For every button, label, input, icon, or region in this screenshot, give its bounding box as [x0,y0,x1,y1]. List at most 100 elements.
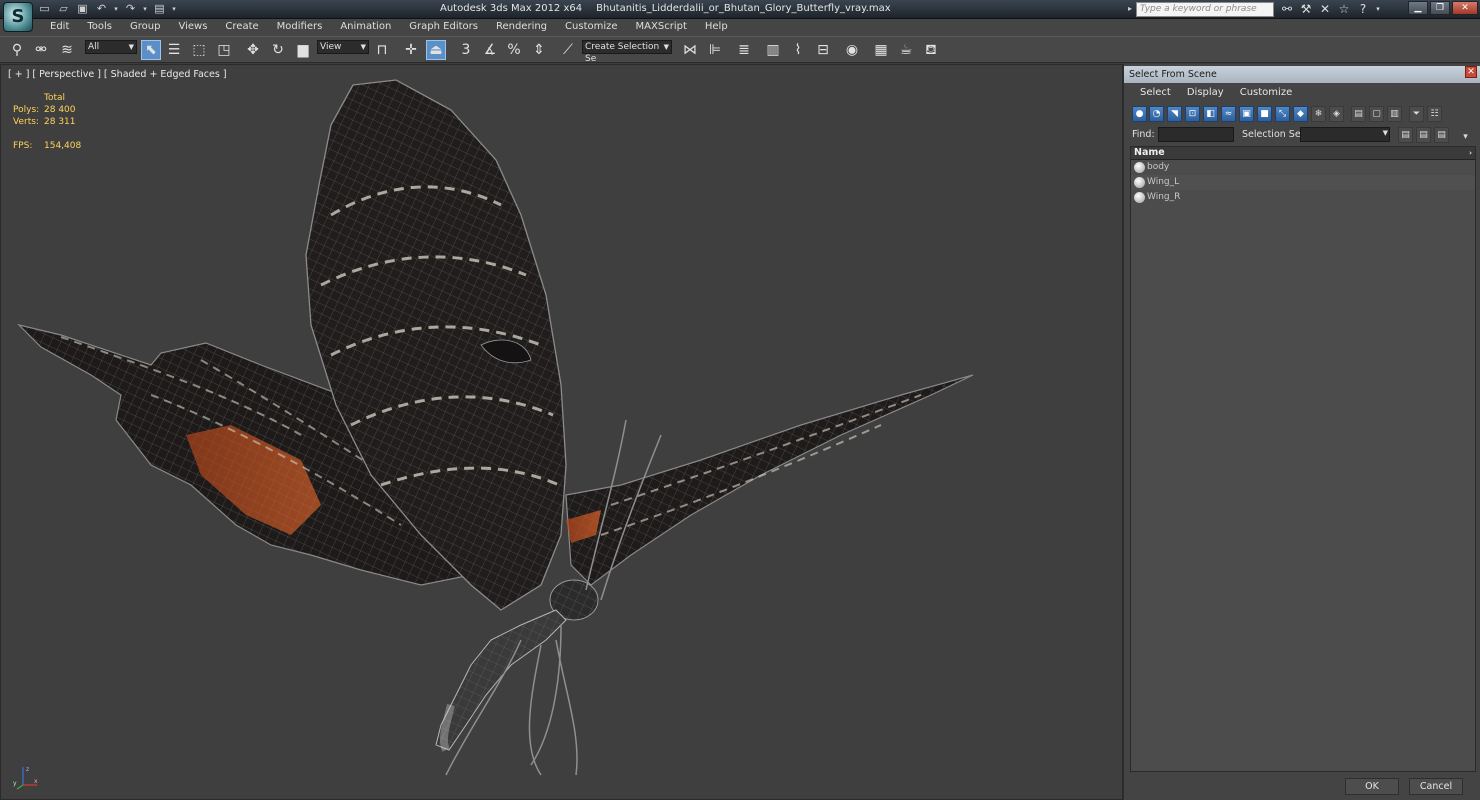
object-list[interactable]: Name › body Wing_L Wing_R [1130,146,1476,772]
dialog-menu-customize[interactable]: Customize [1232,85,1301,101]
named-selection-set-dropdown[interactable]: Create Selection Se ▼ [582,40,672,64]
selection-set-dropdown[interactable]: ▼ [1300,127,1390,142]
menu-modifiers[interactable]: Modifiers [268,19,332,36]
undo-dropdown-icon[interactable]: ▾ [113,2,119,16]
graphite-ribbon-icon[interactable]: ▥ [763,40,783,60]
add-to-selection-set-icon[interactable]: ▤ [1416,127,1431,143]
align-icon[interactable]: ⊫ [705,40,725,60]
list-item[interactable]: body [1131,160,1475,175]
help-dropdown-icon[interactable]: ▾ [1374,1,1382,17]
remove-from-selection-set-icon[interactable]: ▤ [1434,127,1449,143]
select-and-scale-icon[interactable]: ▆ [293,40,313,60]
panel-options-icon[interactable]: ▾ [1458,130,1473,146]
column-header-name[interactable]: Name › [1131,147,1475,160]
menu-edit[interactable]: Edit [41,19,78,36]
search-expand-icon[interactable]: ▸ [1128,4,1132,13]
select-and-manipulate-icon[interactable]: ✛ [401,40,421,60]
display-all-icon[interactable]: ▤ [1351,106,1366,122]
display-invert-icon[interactable]: ▥ [1387,106,1402,122]
binoculars-icon[interactable]: ⚯ [1279,1,1295,17]
render-production-icon[interactable]: ⛾ [921,40,941,60]
display-hidden-icon[interactable]: ◈ [1329,106,1344,122]
display-xrefs-icon[interactable]: ■ [1257,106,1272,122]
menu-graph-editors[interactable]: Graph Editors [400,19,487,36]
redo-icon[interactable]: ↷ [123,2,138,16]
display-lights-icon[interactable]: ◥ [1167,106,1182,122]
dialog-menu-select[interactable]: Select [1132,85,1179,101]
select-and-rotate-icon[interactable]: ↻ [268,40,288,60]
redo-dropdown-icon[interactable]: ▾ [142,2,148,16]
display-shapes-icon[interactable]: ◔ [1149,106,1164,122]
minimize-button[interactable]: ▁ [1408,1,1428,15]
menu-views[interactable]: Views [169,19,216,36]
save-file-icon[interactable]: ▣ [75,2,90,16]
hierarchy-icon[interactable]: ☷ [1427,106,1442,122]
menu-group[interactable]: Group [121,19,169,36]
percent-snap-icon[interactable]: % [504,40,524,60]
select-and-move-icon[interactable]: ✥ [243,40,263,60]
project-folder-icon[interactable]: ▤ [152,2,167,16]
display-containers-icon[interactable]: ◆ [1293,106,1308,122]
bind-space-warp-icon[interactable]: ≋ [57,40,77,60]
menu-animation[interactable]: Animation [331,19,400,36]
rendered-frame-window-icon[interactable]: ☕ [896,40,916,60]
customize-qa-dropdown-icon[interactable]: ▾ [171,2,177,16]
keyword-search-input[interactable]: Type a keyword or phrase [1136,2,1274,17]
app-menu-logo-icon[interactable]: S [3,2,33,32]
layer-manager-icon[interactable]: ≣ [734,40,754,60]
material-editor-icon[interactable]: ◉ [842,40,862,60]
display-none-icon[interactable]: ▢ [1369,106,1384,122]
edit-named-selection-icon[interactable]: ⟋ [558,40,578,60]
select-by-name-icon[interactable]: ☰ [164,40,184,60]
list-item[interactable]: Wing_R [1131,190,1475,205]
display-bones-icon[interactable]: ⤡ [1275,106,1290,122]
undo-icon[interactable]: ↶ [94,2,109,16]
link-icon[interactable]: ⚲ [7,40,27,60]
find-input[interactable] [1158,127,1234,142]
menu-tools[interactable]: Tools [78,19,121,36]
menu-customize[interactable]: Customize [556,19,627,36]
menu-help[interactable]: Help [696,19,737,36]
window-crossing-icon[interactable]: ◳ [214,40,234,60]
perspective-viewport[interactable]: [ + ] [ Perspective ] [ Shaded + Edged F… [0,64,1123,800]
new-file-icon[interactable]: ▭ [37,2,52,16]
wing-r-mesh[interactable] [565,374,974,586]
curve-editor-icon[interactable]: ⌇ [788,40,808,60]
reference-coordinate-dropdown[interactable]: View ▼ [317,40,369,54]
mirror-icon[interactable]: ⋈ [680,40,700,60]
display-groups-icon[interactable]: ▣ [1239,106,1254,122]
selection-filter-dropdown[interactable]: All ▼ [85,40,137,54]
subscription-icon[interactable]: ⚒ [1298,1,1314,17]
menu-rendering[interactable]: Rendering [487,19,556,36]
list-item[interactable]: Wing_L [1131,175,1475,190]
select-object-icon[interactable]: ⬉ [141,40,161,60]
display-frozen-icon[interactable]: ❄ [1311,106,1326,122]
display-space-warps-icon[interactable]: ≈ [1221,106,1236,122]
menu-create[interactable]: Create [216,19,267,36]
snaps-toggle-icon[interactable]: 3 [456,40,476,60]
dialog-close-button[interactable]: ✕ [1465,66,1477,78]
dialog-menu-display[interactable]: Display [1179,85,1232,101]
help-icon[interactable]: ? [1355,1,1371,17]
menu-maxscript[interactable]: MAXScript [627,19,696,36]
spinner-snap-icon[interactable]: ⇕ [529,40,549,60]
cancel-button[interactable]: Cancel [1409,778,1463,795]
communication-center-icon[interactable]: ✕ [1317,1,1333,17]
ok-button[interactable]: OK [1345,778,1399,795]
display-helpers-icon[interactable]: ◧ [1203,106,1218,122]
open-file-icon[interactable]: ▱ [56,2,71,16]
create-selection-set-icon[interactable]: ▤ [1398,127,1413,143]
unlink-icon[interactable]: ⚮ [31,40,51,60]
favorites-star-icon[interactable]: ☆ [1336,1,1352,17]
filter-icon[interactable]: ⏷ [1409,106,1424,122]
schematic-view-icon[interactable]: ⊟ [813,40,833,60]
butterfly-model[interactable] [1,65,1122,799]
angle-snap-icon[interactable]: ∡ [480,40,500,60]
display-geometry-icon[interactable]: ● [1132,106,1147,122]
use-pivot-center-icon[interactable]: ⊓ [372,40,392,60]
close-button[interactable]: ✕ [1452,1,1478,15]
display-cameras-icon[interactable]: ⊡ [1185,106,1200,122]
render-setup-icon[interactable]: ▦ [871,40,891,60]
restore-button[interactable]: ❐ [1430,1,1450,15]
rectangular-selection-icon[interactable]: ⬚ [189,40,209,60]
